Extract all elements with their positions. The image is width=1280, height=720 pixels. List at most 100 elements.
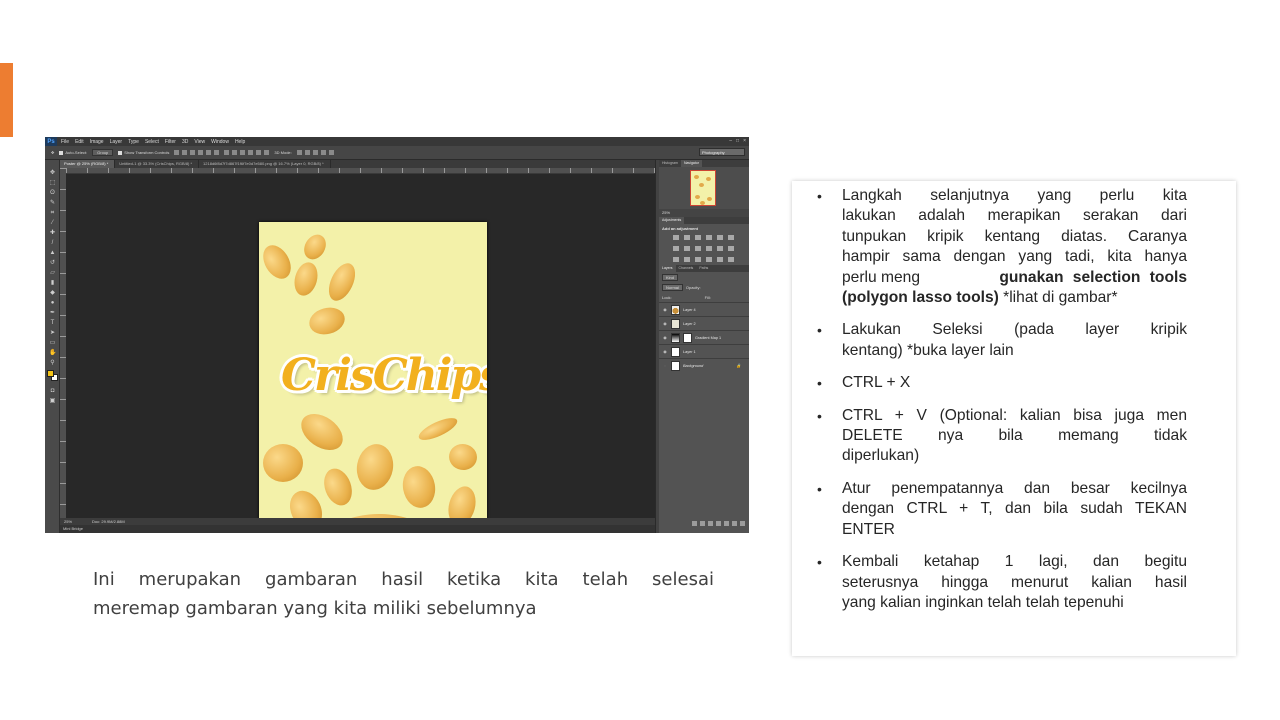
instructions-box: • Langkah selanjutnya yang perlu kita la… (792, 181, 1236, 656)
pen-tool-icon[interactable]: ✒ (49, 310, 56, 316)
bullet-icon: • (817, 554, 822, 571)
tab-paths[interactable]: Paths (696, 265, 711, 272)
auto-select-dropdown[interactable]: Group (92, 149, 114, 156)
crop-tool-icon[interactable]: ⌗ (49, 210, 56, 216)
layer-row[interactable]: ◉ Layer 2 (659, 316, 749, 330)
zoom-tool-icon[interactable]: ⚲ (49, 360, 56, 366)
poster-document[interactable]: CrisChips (259, 222, 487, 533)
text-line: yang kalian inginkan telah telah tepenuh… (842, 593, 1124, 611)
blur-tool-icon[interactable]: ◆ (49, 290, 56, 296)
blend-mode-dropdown[interactable]: Normal (662, 283, 683, 291)
menu-image[interactable]: Image (90, 139, 104, 145)
move-tool-icon[interactable]: ✥ (49, 170, 56, 176)
lock-icon: 🔒 (736, 363, 741, 368)
right-panels: Histogram Navigator 25% Adjustments Add … (659, 160, 749, 533)
canvas-area[interactable]: CrisChips (66, 174, 655, 533)
kind-filter-dropdown[interactable]: Kind (662, 273, 679, 281)
menu-help[interactable]: Help (235, 139, 245, 145)
chip (299, 230, 331, 264)
layer-name: Layer 2 (683, 321, 696, 326)
gradient-tool-icon[interactable]: ▮ (49, 280, 56, 286)
tab-untitled-1[interactable]: Untitled-1 @ 33.3% (CrisChips, RGB/8) * (115, 160, 200, 168)
menu-layer[interactable]: Layer (110, 139, 123, 145)
shape-tool-icon[interactable]: ▭ (49, 340, 56, 346)
mini-bridge-tab[interactable]: Mini Bridge (60, 525, 655, 533)
layer-row[interactable]: ◉ Layer 4 (659, 302, 749, 316)
move-tool-icon[interactable]: ✥ (51, 150, 54, 155)
tools-panel: ✥ ⬚ ʘ ✎ ⌗ ⁄ ✚ / ▲ ↺ ▱ ▮ ◆ ● ✒ T ➤ ▭ ✋ ⚲ … (45, 160, 60, 533)
visibility-eye-icon[interactable]: ◉ (662, 321, 668, 326)
dodge-tool-icon[interactable]: ● (49, 300, 56, 306)
visibility-eye-icon[interactable]: ◉ (662, 307, 668, 312)
menu-window[interactable]: Window (211, 139, 229, 145)
type-tool-icon[interactable]: T (49, 320, 56, 326)
healing-tool-icon[interactable]: ✚ (49, 230, 56, 236)
text-line: seterusnya hingga menurut kalian hasil (842, 573, 1187, 591)
navigator-thumbnail[interactable] (690, 170, 716, 206)
layer-filter-row: Kind (659, 272, 749, 282)
tab-histogram[interactable]: Histogram (659, 160, 681, 167)
stamp-tool-icon[interactable]: ▲ (49, 250, 56, 256)
menu-select[interactable]: Select (145, 139, 159, 145)
quick-select-tool-icon[interactable]: ✎ (49, 200, 56, 206)
text-line: ENTER (842, 520, 895, 538)
history-brush-icon[interactable]: ↺ (49, 260, 56, 266)
bullet-icon: • (817, 375, 822, 392)
chip (290, 259, 322, 299)
visibility-eye-icon[interactable]: ◌ (662, 363, 668, 368)
path-select-tool-icon[interactable]: ➤ (49, 330, 56, 336)
maximize-button[interactable]: □ (736, 138, 739, 144)
tab-poster[interactable]: Poster @ 25% (RGB/8) * (60, 160, 116, 168)
minimize-button[interactable]: – (729, 138, 732, 144)
layer-row[interactable]: ◉ Gradient Map 1 (659, 330, 749, 344)
foreground-color-swatch[interactable] (47, 370, 54, 377)
layer-row[interactable]: ◉ Layer 1 (659, 344, 749, 358)
text-line: (polygon lasso tools) *lihat di gambar* (842, 288, 1187, 308)
chip (294, 406, 350, 458)
layer-thumbnail (671, 304, 680, 315)
bullet-icon: • (817, 188, 822, 204)
menu-filter[interactable]: Filter (165, 139, 176, 145)
menu-file[interactable]: File (61, 139, 69, 145)
layer-row[interactable]: ◌ Background 🔒 (659, 358, 749, 372)
quick-mask-icon[interactable]: ◘ (49, 388, 56, 394)
mode-3d-icons[interactable] (296, 150, 334, 155)
text-line: lakukan adalah merapikan serakan dari (842, 207, 1187, 225)
menu-view[interactable]: View (194, 139, 205, 145)
chip (353, 441, 397, 493)
adjustment-icons[interactable] (659, 233, 749, 265)
distribute-icons[interactable] (224, 150, 270, 155)
menu-3d[interactable]: 3D (182, 139, 188, 145)
chip (259, 240, 297, 284)
show-transform-checkbox[interactable]: Show Transform Controls (118, 150, 169, 155)
auto-select-checkbox[interactable]: Auto-Select: (59, 150, 87, 155)
brush-tool-icon[interactable]: / (49, 240, 56, 246)
align-icons[interactable] (174, 150, 220, 155)
marquee-tool-icon[interactable]: ⬚ (49, 180, 56, 186)
layer-panel-footer[interactable] (659, 521, 749, 528)
zoom-level[interactable]: 25% (64, 519, 72, 524)
adjustments-tabs: Adjustments (659, 217, 749, 224)
tab-channels[interactable]: Channels (676, 265, 697, 272)
tab-png-file[interactable]: 1218d6f8d7f7d867f1f6f7e0d7e580.png @ 16.… (199, 160, 331, 168)
eyedropper-tool-icon[interactable]: ⁄ (49, 220, 56, 226)
close-button[interactable]: × (743, 138, 746, 144)
photoshop-screenshot: Ps File Edit Image Layer Type Select Fil… (45, 137, 749, 533)
tab-adjustments[interactable]: Adjustments (659, 217, 685, 224)
screen-mode-icon[interactable]: ▣ (49, 398, 56, 404)
lasso-tool-icon[interactable]: ʘ (49, 190, 56, 196)
hand-tool-icon[interactable]: ✋ (49, 350, 56, 356)
text-line: Atur penempatannya dan besar kecilnya (842, 479, 1187, 497)
eraser-tool-icon[interactable]: ▱ (49, 270, 56, 276)
menu-edit[interactable]: Edit (75, 139, 84, 145)
navigator-zoom[interactable]: 25% (659, 209, 749, 217)
workspace-switcher[interactable]: Photography (699, 148, 745, 156)
tab-navigator[interactable]: Navigator (680, 160, 702, 167)
opacity-label: Opacity: (685, 284, 701, 290)
visibility-eye-icon[interactable]: ◉ (662, 335, 668, 340)
visibility-eye-icon[interactable]: ◉ (662, 349, 668, 354)
tab-layers[interactable]: Layers (659, 265, 676, 272)
navigator-preview[interactable] (659, 167, 749, 209)
list-item: • Lakukan Seleksi (pada layer kripik ken… (817, 320, 1187, 361)
menu-type[interactable]: Type (128, 139, 139, 145)
